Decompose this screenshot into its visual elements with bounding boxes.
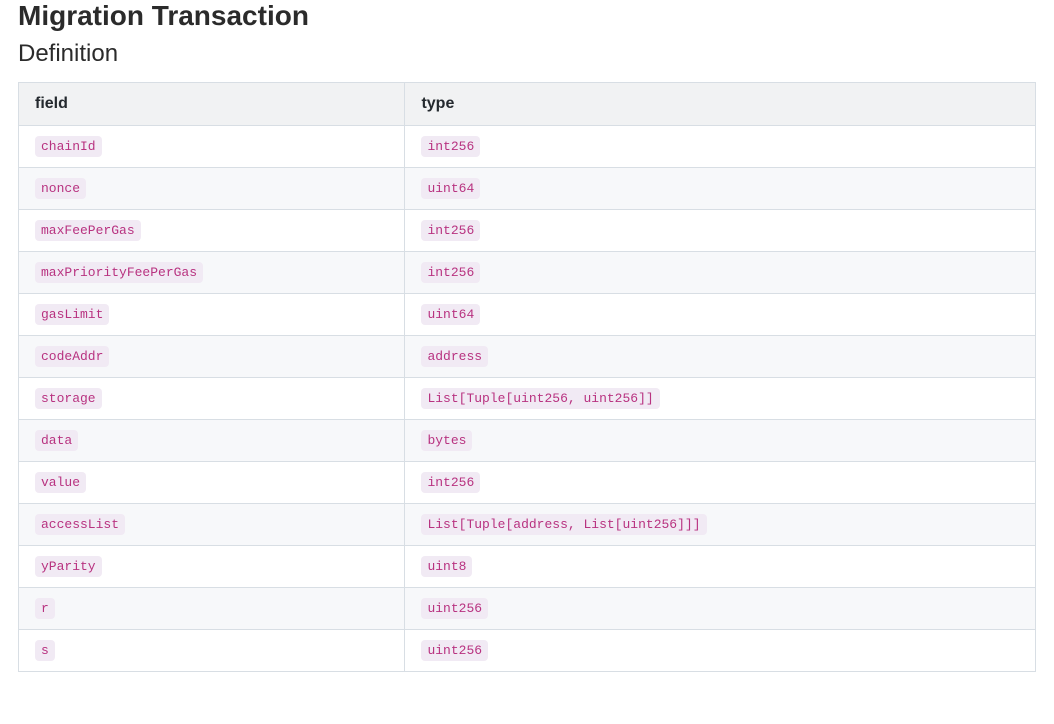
cell-field: data bbox=[19, 420, 405, 462]
field-code: codeAddr bbox=[35, 346, 109, 367]
section-title: Definition bbox=[18, 40, 1036, 68]
field-code: s bbox=[35, 640, 55, 661]
type-code: uint64 bbox=[421, 178, 480, 199]
column-header-field: field bbox=[19, 83, 405, 126]
cell-type: bytes bbox=[405, 420, 1036, 462]
field-code: maxPriorityFeePerGas bbox=[35, 262, 203, 283]
cell-field: chainId bbox=[19, 126, 405, 168]
type-code: int256 bbox=[421, 220, 480, 241]
field-code: maxFeePerGas bbox=[35, 220, 141, 241]
table-row: yParity uint8 bbox=[19, 546, 1036, 588]
type-code: List[Tuple[address, List[uint256]]] bbox=[421, 514, 706, 535]
field-code: storage bbox=[35, 388, 102, 409]
field-code: yParity bbox=[35, 556, 102, 577]
type-code: uint256 bbox=[421, 640, 488, 661]
type-code: int256 bbox=[421, 136, 480, 157]
cell-type: address bbox=[405, 336, 1036, 378]
column-header-type: type bbox=[405, 83, 1036, 126]
table-row: maxFeePerGas int256 bbox=[19, 210, 1036, 252]
table-row: nonce uint64 bbox=[19, 168, 1036, 210]
cell-type: uint64 bbox=[405, 168, 1036, 210]
cell-field: maxFeePerGas bbox=[19, 210, 405, 252]
field-code: nonce bbox=[35, 178, 86, 199]
cell-type: uint256 bbox=[405, 630, 1036, 672]
cell-field: accessList bbox=[19, 504, 405, 546]
table-row: accessList List[Tuple[address, List[uint2… bbox=[19, 504, 1036, 546]
cell-field: yParity bbox=[19, 546, 405, 588]
cell-type: uint256 bbox=[405, 588, 1036, 630]
cell-field: nonce bbox=[19, 168, 405, 210]
cell-field: s bbox=[19, 630, 405, 672]
cell-field: storage bbox=[19, 378, 405, 420]
table-row: s uint256 bbox=[19, 630, 1036, 672]
cell-field: gasLimit bbox=[19, 294, 405, 336]
table-row: gasLimit uint64 bbox=[19, 294, 1036, 336]
cell-field: r bbox=[19, 588, 405, 630]
type-code: int256 bbox=[421, 262, 480, 283]
cell-type: int256 bbox=[405, 252, 1036, 294]
cell-type: List[Tuple[address, List[uint256]]] bbox=[405, 504, 1036, 546]
cell-type: uint8 bbox=[405, 546, 1036, 588]
type-code: uint64 bbox=[421, 304, 480, 325]
table-row: r uint256 bbox=[19, 588, 1036, 630]
table-row: storage List[Tuple[uint256, uint256]] bbox=[19, 378, 1036, 420]
cell-field: value bbox=[19, 462, 405, 504]
type-code: bytes bbox=[421, 430, 472, 451]
table-row: chainId int256 bbox=[19, 126, 1036, 168]
field-code: gasLimit bbox=[35, 304, 109, 325]
type-code: uint256 bbox=[421, 598, 488, 619]
field-code: chainId bbox=[35, 136, 102, 157]
table-row: data bytes bbox=[19, 420, 1036, 462]
cell-type: int256 bbox=[405, 210, 1036, 252]
table-row: codeAddr address bbox=[19, 336, 1036, 378]
table-row: maxPriorityFeePerGas int256 bbox=[19, 252, 1036, 294]
definition-table: field type chainId int256 nonce uint64 maxFe… bbox=[18, 82, 1036, 672]
field-code: accessList bbox=[35, 514, 125, 535]
table-row: value int256 bbox=[19, 462, 1036, 504]
type-code: uint8 bbox=[421, 556, 472, 577]
cell-field: codeAddr bbox=[19, 336, 405, 378]
field-code: data bbox=[35, 430, 78, 451]
page-title: Migration Transaction bbox=[18, 0, 1036, 32]
cell-type: int256 bbox=[405, 126, 1036, 168]
cell-field: maxPriorityFeePerGas bbox=[19, 252, 405, 294]
cell-type: List[Tuple[uint256, uint256]] bbox=[405, 378, 1036, 420]
type-code: address bbox=[421, 346, 488, 367]
type-code: int256 bbox=[421, 472, 480, 493]
type-code: List[Tuple[uint256, uint256]] bbox=[421, 388, 659, 409]
field-code: value bbox=[35, 472, 86, 493]
cell-type: int256 bbox=[405, 462, 1036, 504]
cell-type: uint64 bbox=[405, 294, 1036, 336]
field-code: r bbox=[35, 598, 55, 619]
